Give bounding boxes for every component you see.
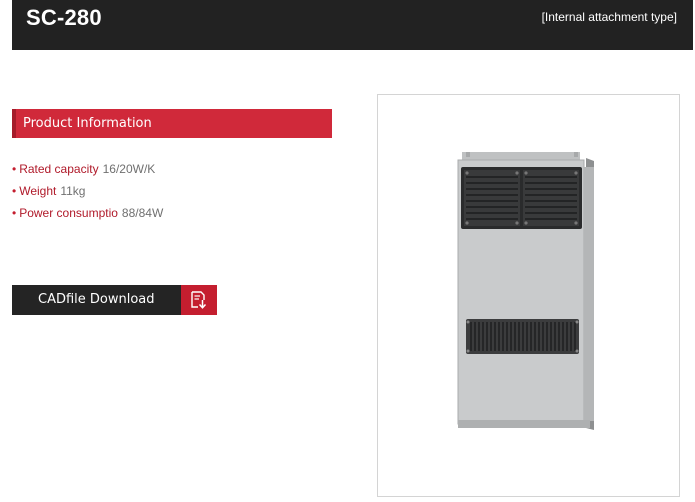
download-file-icon[interactable] <box>181 285 217 315</box>
spec-label: Rated capacity <box>19 162 99 176</box>
section-title: Product Information <box>23 116 152 131</box>
product-type-label: [Internal attachment type] <box>541 10 677 24</box>
product-info-section-bar: Product Information <box>12 109 332 138</box>
spec-item-weight: • Weight 11kg <box>12 184 163 206</box>
bullet-icon: • <box>12 162 17 176</box>
spec-value: 88/84W <box>121 206 164 220</box>
cad-download-button[interactable]: CADfile Download <box>12 285 217 315</box>
cad-download-label: CADfile Download <box>38 292 155 307</box>
cabinet-cooler-unit-image <box>457 152 594 430</box>
spec-value: 11kg <box>60 184 86 198</box>
section-bar-accent <box>12 109 16 138</box>
spec-label: Weight <box>19 184 57 198</box>
bullet-icon: • <box>12 206 17 220</box>
product-image-frame <box>377 94 680 497</box>
product-header: SC-280 [Internal attachment type] <box>12 0 693 50</box>
product-title: SC-280 <box>26 5 102 30</box>
spec-item-rated-capacity: • Rated capacity 16/20W/K <box>12 162 163 184</box>
spec-value: 16/20W/K <box>102 162 156 176</box>
spec-list: • Rated capacity 16/20W/K • Weight 11kg • Pow… <box>12 162 163 228</box>
spec-item-power-consumption: • Power consumptio 88/84W <box>12 206 163 228</box>
spec-label: Power consumptio <box>19 206 118 220</box>
bullet-icon: • <box>12 184 17 198</box>
